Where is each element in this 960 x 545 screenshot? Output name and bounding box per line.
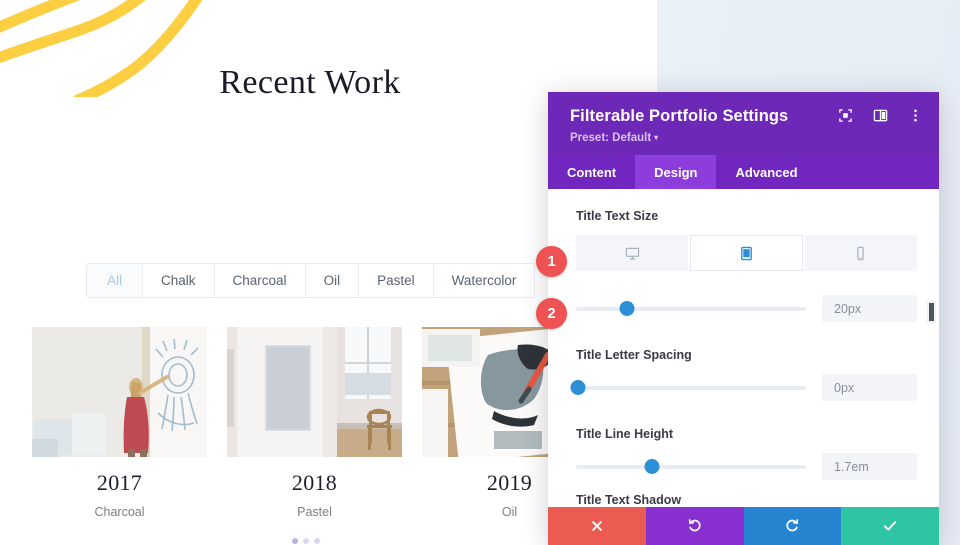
pagination-dot[interactable] bbox=[292, 538, 298, 544]
title-letter-spacing-value[interactable]: 0px bbox=[822, 374, 917, 401]
title-letter-spacing-slider-row[interactable]: 0px bbox=[570, 374, 917, 401]
filter-item-pastel[interactable]: Pastel bbox=[359, 264, 434, 297]
title-text-size-value[interactable]: 20px bbox=[822, 295, 917, 322]
tab-content[interactable]: Content bbox=[548, 155, 635, 189]
panel-action-bar[interactable] bbox=[548, 507, 939, 545]
filterable-portfolio-settings-panel: Filterable Portfolio Settings Preset: De… bbox=[548, 92, 939, 545]
slider-knob[interactable] bbox=[570, 379, 586, 395]
filter-item-all[interactable]: All bbox=[87, 264, 144, 297]
title-text-size-slider[interactable] bbox=[576, 300, 806, 318]
portfolio-item-category: Charcoal bbox=[94, 505, 145, 519]
chevron-down-icon: ▾ bbox=[654, 133, 659, 142]
focus-target-icon[interactable] bbox=[838, 108, 853, 123]
portfolio-item[interactable]: 2018 Pastel bbox=[227, 327, 402, 519]
slider-knob[interactable] bbox=[644, 458, 660, 474]
panel-tabs[interactable]: Content Design Advanced bbox=[548, 155, 939, 189]
phone-icon bbox=[853, 246, 868, 261]
filter-item-chalk[interactable]: Chalk bbox=[143, 264, 215, 297]
tab-advanced[interactable]: Advanced bbox=[716, 155, 816, 189]
portfolio-item-year: 2018 bbox=[291, 470, 338, 495]
page-title: Recent Work bbox=[219, 64, 401, 101]
desktop-icon bbox=[625, 246, 640, 261]
slider-track bbox=[576, 385, 806, 390]
portfolio-item-category: Pastel bbox=[297, 505, 332, 519]
undo-button[interactable] bbox=[645, 507, 744, 545]
preset-label: Preset: Default bbox=[570, 132, 652, 144]
panel-header-icons bbox=[838, 108, 923, 123]
close-button[interactable] bbox=[548, 507, 646, 545]
panel-header: Filterable Portfolio Settings Preset: De… bbox=[548, 92, 939, 155]
title-letter-spacing-label: Title Letter Spacing bbox=[576, 348, 692, 362]
filter-item-watercolor[interactable]: Watercolor bbox=[433, 264, 535, 297]
tablet-icon bbox=[739, 246, 754, 261]
check-icon bbox=[882, 518, 898, 534]
pagination-dots[interactable] bbox=[292, 538, 320, 544]
preset-selector[interactable]: Preset: Default ▾ bbox=[570, 132, 921, 144]
redo-icon bbox=[784, 518, 800, 534]
layout-columns-icon[interactable] bbox=[873, 108, 888, 123]
callout-badge-1: 1 bbox=[536, 246, 567, 277]
more-vertical-icon[interactable] bbox=[908, 108, 923, 123]
title-line-height-slider[interactable] bbox=[576, 458, 806, 476]
portfolio-thumbnail-woman-painting-wall-mural[interactable] bbox=[32, 327, 207, 457]
redo-button[interactable] bbox=[743, 507, 842, 545]
title-line-height-value[interactable]: 1.7em bbox=[822, 453, 917, 480]
device-desktop-button[interactable] bbox=[576, 235, 689, 271]
callout-badge-2: 2 bbox=[536, 298, 567, 329]
slider-knob[interactable] bbox=[619, 300, 635, 316]
panel-scrollbar-thumb[interactable] bbox=[927, 301, 936, 323]
portfolio-item[interactable]: 2017 Charcoal bbox=[32, 327, 207, 519]
title-letter-spacing-slider[interactable] bbox=[570, 379, 806, 397]
portfolio-grid: 2017 Charcoal 2018 Pastel 2019 Oil bbox=[32, 327, 632, 519]
pagination-dot[interactable] bbox=[314, 538, 320, 544]
slider-track bbox=[576, 306, 806, 311]
title-line-height-label: Title Line Height bbox=[576, 427, 673, 441]
undo-icon bbox=[687, 518, 703, 534]
title-line-height-slider-row[interactable]: 1.7em bbox=[576, 453, 917, 480]
slider-track bbox=[576, 464, 806, 469]
title-text-shadow-label: Title Text Shadow bbox=[576, 493, 682, 507]
portfolio-item-year: 2017 bbox=[96, 470, 143, 495]
portfolio-thumbnail-gallery-room-canvas-chair[interactable] bbox=[227, 327, 402, 457]
pagination-dot[interactable] bbox=[303, 538, 309, 544]
title-text-size-slider-row[interactable]: 20px bbox=[576, 295, 917, 322]
device-tablet-button[interactable] bbox=[690, 235, 803, 271]
portfolio-filter-bar[interactable]: All Chalk Charcoal Oil Pastel Watercolor bbox=[86, 263, 536, 298]
close-icon bbox=[590, 519, 604, 533]
panel-body: Title Text Size 20px Title Letter Spacin… bbox=[548, 189, 939, 507]
filter-item-oil[interactable]: Oil bbox=[305, 264, 360, 297]
device-toggle-group[interactable] bbox=[576, 235, 917, 271]
save-button[interactable] bbox=[841, 507, 939, 545]
device-phone-button[interactable] bbox=[804, 235, 917, 271]
title-text-size-label: Title Text Size bbox=[576, 209, 659, 223]
tab-design[interactable]: Design bbox=[635, 155, 717, 189]
filter-item-charcoal[interactable]: Charcoal bbox=[214, 264, 306, 297]
